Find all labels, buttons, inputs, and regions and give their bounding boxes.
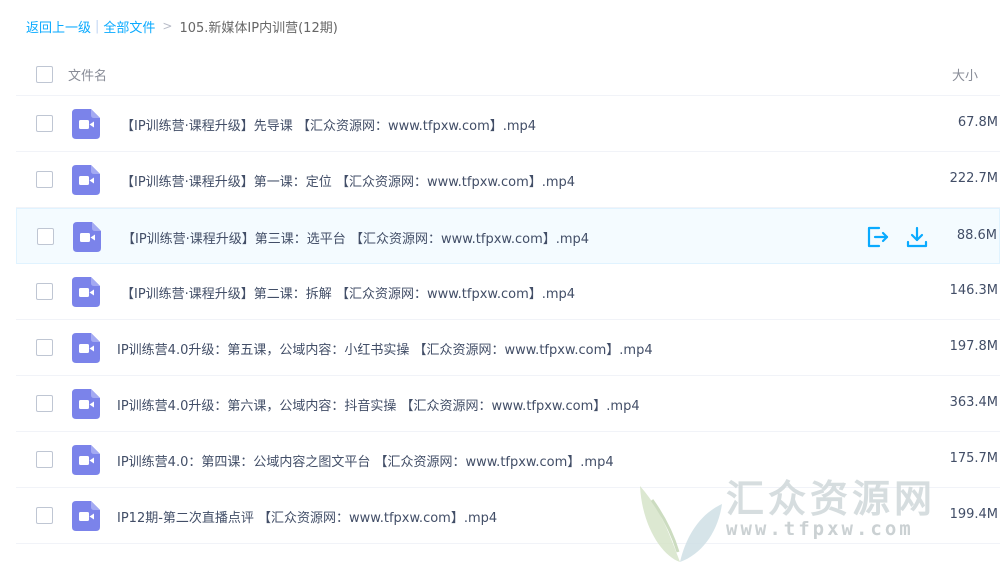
file-name[interactable]: IP训练营4.0升级：第五课，公域内容：小红书实操 【汇众资源网：www.tfp… xyxy=(117,339,653,358)
file-name[interactable]: IP12期-第二次直播点评 【汇众资源网：www.tfpxw.com】.mp4 xyxy=(117,507,497,526)
file-name[interactable]: IP训练营4.0：第四课：公域内容之图文平台 【汇众资源网：www.tfpxw.… xyxy=(117,451,614,470)
column-header-name[interactable]: 文件名 xyxy=(68,65,107,84)
file-checkbox[interactable] xyxy=(36,339,53,356)
video-file-icon[interactable] xyxy=(72,277,100,307)
all-files-link[interactable]: 全部文件 xyxy=(103,17,155,36)
back-link[interactable]: 返回上一级 xyxy=(26,17,91,36)
watermark: 汇众资源网 www.tfpxw.com xyxy=(622,466,982,576)
file-size: 146.3M xyxy=(949,283,998,298)
file-name[interactable]: 【IP训练营·课程升级】第二课：拆解 【汇众资源网：www.tfpxw.com】… xyxy=(121,283,575,302)
file-list-header: 文件名 大小 xyxy=(16,46,1000,96)
column-header-size[interactable]: 大小 xyxy=(952,65,978,84)
file-name[interactable]: IP训练营4.0升级：第六课，公域内容：抖音实操 【汇众资源网：www.tfpx… xyxy=(117,395,640,414)
file-size: 363.4M xyxy=(949,395,998,410)
breadcrumb-arrow: > xyxy=(162,19,173,33)
video-file-icon[interactable] xyxy=(72,333,100,363)
file-name[interactable]: 【IP训练营·课程升级】第一课：定位 【汇众资源网：www.tfpxw.com】… xyxy=(121,171,575,190)
file-size: 222.7M xyxy=(949,171,998,186)
video-file-icon[interactable] xyxy=(72,389,100,419)
file-size: 88.6M xyxy=(956,228,997,243)
video-file-icon[interactable] xyxy=(72,109,100,139)
file-name[interactable]: 【IP训练营·课程升级】第三课：选平台 【汇众资源网：www.tfpxw.com… xyxy=(122,228,589,247)
file-row[interactable]: 【IP训练营·课程升级】第二课：拆解 【汇众资源网：www.tfpxw.com】… xyxy=(16,264,1000,320)
video-file-icon[interactable] xyxy=(73,222,101,252)
file-row[interactable]: IP训练营4.0升级：第六课，公域内容：抖音实操 【汇众资源网：www.tfpx… xyxy=(16,376,1000,432)
file-size: 175.7M xyxy=(949,451,998,466)
file-checkbox[interactable] xyxy=(36,171,53,188)
file-checkbox[interactable] xyxy=(36,451,53,468)
download-icon[interactable] xyxy=(905,225,929,249)
current-folder: 105.新媒体IP内训营(12期) xyxy=(179,20,338,36)
watermark-url: www.tfpxw.com xyxy=(726,518,914,540)
video-file-icon[interactable] xyxy=(72,501,100,531)
file-checkbox[interactable] xyxy=(36,507,53,524)
select-all-checkbox[interactable] xyxy=(36,66,53,83)
file-name[interactable]: 【IP训练营·课程升级】先导课 【汇众资源网：www.tfpxw.com】.mp… xyxy=(121,115,536,134)
file-checkbox[interactable] xyxy=(37,228,54,245)
video-file-icon[interactable] xyxy=(72,445,100,475)
file-row[interactable]: IP训练营4.0升级：第五课，公域内容：小红书实操 【汇众资源网：www.tfp… xyxy=(16,320,1000,376)
file-row[interactable]: 【IP训练营·课程升级】第三课：选平台 【汇众资源网：www.tfpxw.com… xyxy=(16,208,1000,264)
file-row[interactable]: 【IP训练营·课程升级】先导课 【汇众资源网：www.tfpxw.com】.mp… xyxy=(16,96,1000,152)
file-size: 197.8M xyxy=(949,339,998,354)
file-row[interactable]: 【IP训练营·课程升级】第一课：定位 【汇众资源网：www.tfpxw.com】… xyxy=(16,152,1000,208)
watermark-logo-icon xyxy=(640,486,722,562)
file-checkbox[interactable] xyxy=(36,283,53,300)
file-size: 67.8M xyxy=(957,115,998,130)
file-checkbox[interactable] xyxy=(36,395,53,412)
share-icon[interactable] xyxy=(865,225,889,249)
breadcrumb: 返回上一级 | 全部文件 > 105.新媒体IP内训营(12期) xyxy=(26,16,338,36)
video-file-icon[interactable] xyxy=(72,165,100,195)
file-checkbox[interactable] xyxy=(36,115,53,132)
watermark-text: 汇众资源网 xyxy=(726,477,937,521)
breadcrumb-separator: | xyxy=(95,18,100,34)
